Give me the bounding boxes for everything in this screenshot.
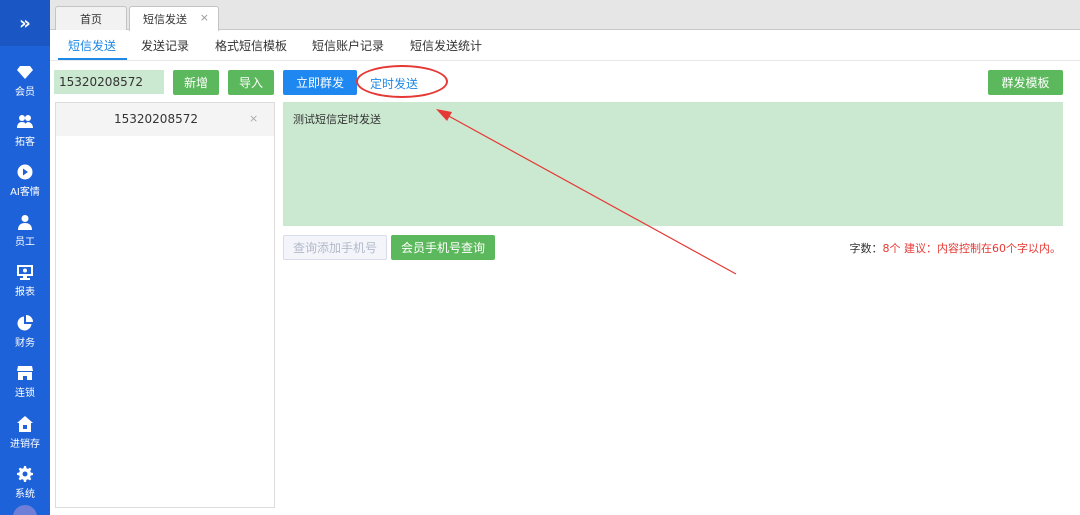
sidebar-item-ai-customer[interactable]: AI客情 (0, 156, 50, 206)
active-tab-indicator (58, 58, 127, 60)
subtab-sms-send[interactable]: 短信发送 (68, 37, 116, 54)
sidebar-item-label: 连锁 (15, 388, 35, 399)
query-add-phone-button[interactable]: 查询添加手机号 (283, 235, 387, 260)
sidebar-toggle-button[interactable]: » (0, 0, 50, 46)
close-icon[interactable]: × (200, 11, 209, 24)
sidebar-item-inventory[interactable]: 进销存 (0, 408, 50, 458)
sidebar-item-label: 会员 (15, 87, 35, 98)
sidebar-item-member[interactable]: 会员 (0, 56, 50, 106)
home-icon (17, 416, 33, 432)
pie-chart-icon (17, 315, 33, 331)
users-icon (17, 115, 33, 128)
tab-home[interactable]: 首页 (55, 6, 127, 30)
double-chevron-right-icon: » (19, 12, 31, 34)
store-icon (17, 366, 33, 380)
import-button[interactable]: 导入 (228, 70, 274, 95)
remove-icon[interactable]: × (249, 112, 258, 125)
sidebar-item-label: 员工 (15, 237, 35, 248)
phone-list: 15320208572 × (55, 102, 275, 508)
add-button[interactable]: 新增 (173, 70, 219, 95)
sidebar-item-customer-acquisition[interactable]: 拓客 (0, 106, 50, 156)
member-phone-query-button[interactable]: 会员手机号查询 (391, 235, 495, 260)
message-textarea[interactable] (283, 102, 1063, 226)
sidebar-item-label: 财务 (15, 338, 35, 349)
subtab-format-templates[interactable]: 格式短信模板 (215, 37, 287, 54)
advice-text: 内容控制在60个字以内。 (937, 242, 1061, 255)
annotation-ellipse (356, 65, 448, 98)
play-circle-icon (17, 164, 33, 180)
sidebar-item-label: 报表 (15, 287, 35, 298)
char-count-label: 字数： (849, 242, 883, 255)
sidebar-item-system[interactable]: 系统 (0, 458, 50, 508)
phone-number: 15320208572 (114, 112, 198, 126)
sidebar-item-staff[interactable]: 员工 (0, 206, 50, 256)
app-window: » 会员 拓客 AI客情 员工 报表 财务 连锁 进销存 系统 首页 短信发送 … (0, 0, 1080, 515)
sidebar-item-chain[interactable]: 连锁 (0, 357, 50, 407)
sidebar-item-label: 拓客 (15, 137, 35, 148)
sub-tab-bar: 短信发送 发送记录 格式短信模板 短信账户记录 短信发送统计 (50, 31, 1080, 61)
subtab-send-records[interactable]: 发送记录 (141, 37, 189, 54)
sidebar-item-finance[interactable]: 财务 (0, 307, 50, 357)
page-tab-bar: 首页 短信发送 × (50, 0, 1080, 31)
sidebar: » 会员 拓客 AI客情 员工 报表 财务 连锁 进销存 系统 (0, 0, 50, 515)
tab-sms-send[interactable]: 短信发送 × (129, 6, 219, 31)
user-icon (18, 215, 32, 230)
group-template-button[interactable]: 群发模板 (988, 70, 1063, 95)
sidebar-item-label: AI客情 (10, 187, 40, 198)
char-count-value: 8个 (882, 242, 901, 255)
sidebar-item-label: 系统 (15, 489, 35, 500)
gear-icon (17, 466, 33, 482)
sidebar-item-reports[interactable]: 报表 (0, 256, 50, 306)
char-counter: 字数：8个 建议：内容控制在60个字以内。 (850, 240, 1062, 256)
phone-input[interactable] (54, 70, 164, 94)
monitor-icon (17, 265, 33, 280)
list-item[interactable]: 15320208572 × (56, 103, 274, 136)
send-now-button[interactable]: 立即群发 (283, 70, 357, 95)
subtab-account-records[interactable]: 短信账户记录 (312, 37, 384, 54)
tab-label: 首页 (80, 12, 102, 26)
diamond-icon (17, 66, 33, 79)
sidebar-item-label: 进销存 (10, 439, 40, 450)
subtab-send-statistics[interactable]: 短信发送统计 (410, 37, 482, 54)
tab-label: 短信发送 (143, 13, 187, 26)
advice-label: 建议： (904, 242, 937, 255)
